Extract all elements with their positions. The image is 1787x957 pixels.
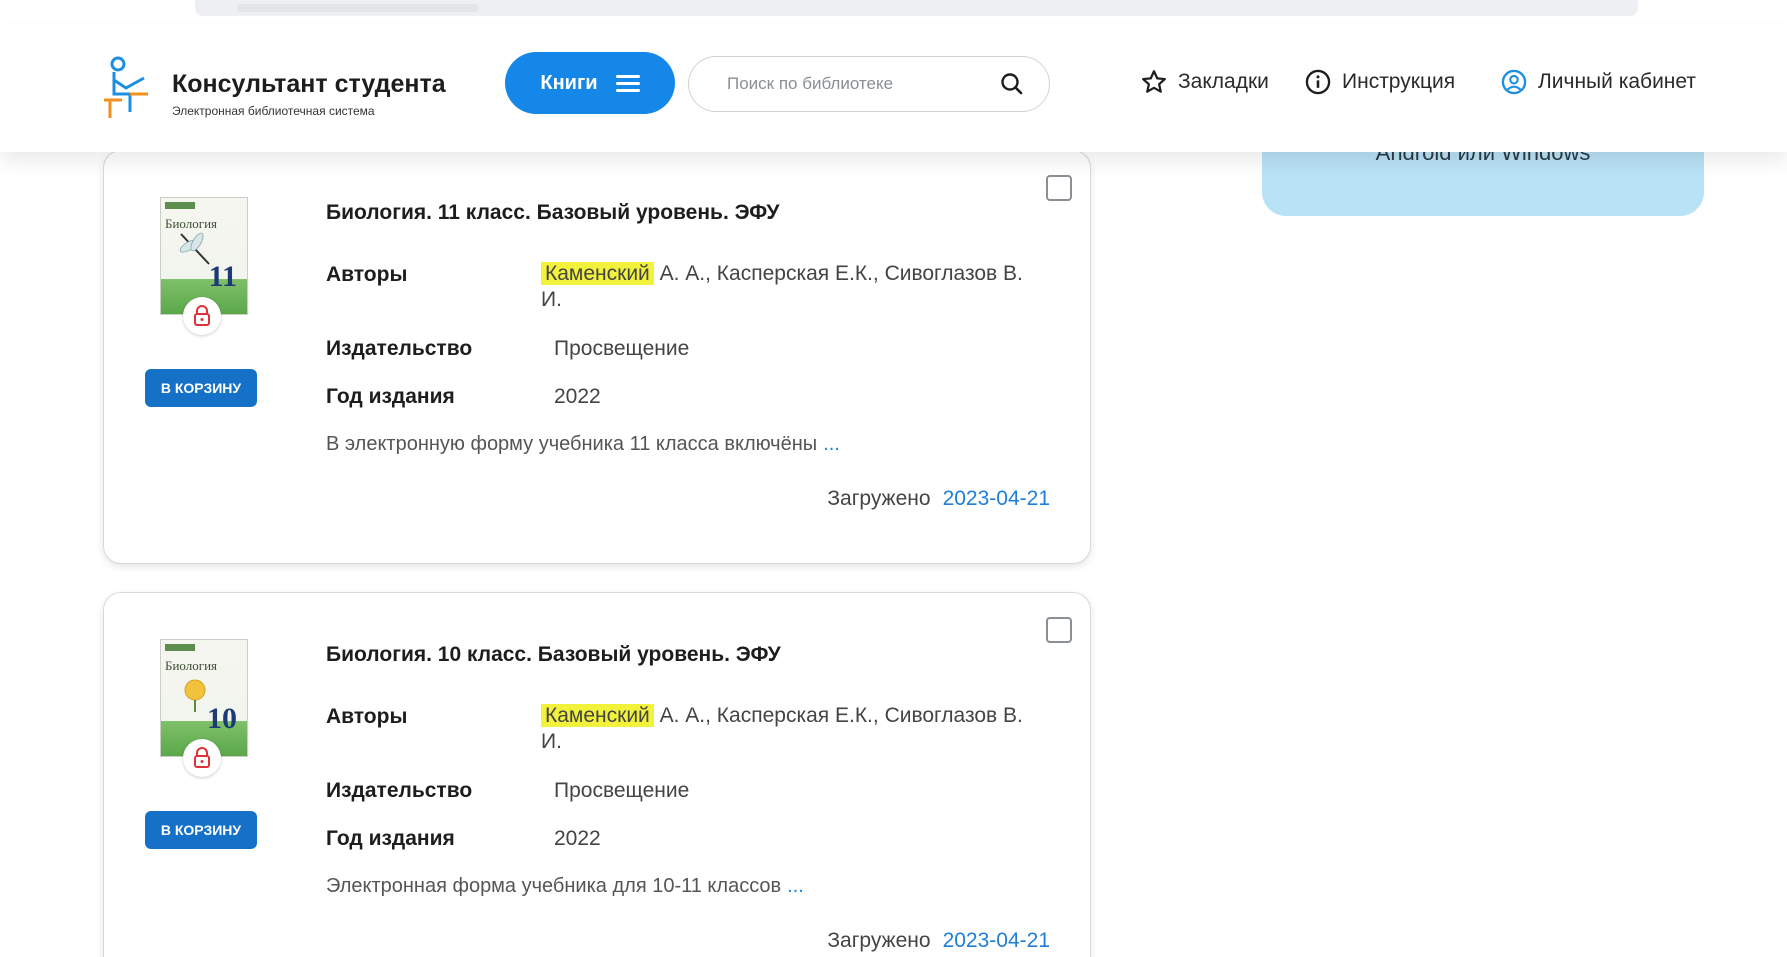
- info-icon: [1305, 69, 1331, 95]
- book-card: Биология 10 В КОРЗИНУ Биология. 10 класс…: [103, 592, 1091, 957]
- publisher-value: Просвещение: [554, 779, 690, 802]
- description-more-link[interactable]: ...: [823, 433, 840, 455]
- uploaded-date: 2023-04-21: [942, 929, 1050, 952]
- authors-label: Авторы: [326, 705, 408, 728]
- book-description-text: Электронная форма учебника для 10-11 кла…: [326, 875, 782, 897]
- uploaded-label: Загружено: [827, 929, 931, 952]
- previous-section-bar: [237, 4, 479, 12]
- description-more-link[interactable]: ...: [787, 875, 804, 897]
- add-to-cart-button[interactable]: В КОРЗИНУ: [145, 369, 257, 407]
- book-card: Биология 11 В КОРЗИНУ Биология. 11 класс…: [103, 150, 1091, 564]
- authors-label: Авторы: [326, 263, 408, 286]
- author-search-highlight: Каменский: [541, 262, 654, 285]
- publisher-value: Просвещение: [554, 337, 690, 360]
- library-search-input[interactable]: [727, 71, 977, 97]
- add-to-cart-button[interactable]: В КОРЗИНУ: [145, 811, 257, 849]
- uploaded-date: 2023-04-21: [942, 487, 1050, 510]
- year-value: 2022: [554, 385, 601, 408]
- year-label: Год издания: [326, 827, 455, 850]
- nav-account[interactable]: Личный кабинет: [1500, 68, 1696, 96]
- previous-section-edge: [195, 0, 1638, 16]
- cover-publisher-band: [165, 202, 195, 209]
- logo-title: Консультант студента: [172, 70, 446, 98]
- nav-instructions[interactable]: Инструкция: [1304, 68, 1455, 96]
- site-header: Консультант студента Электронная библиот…: [0, 24, 1787, 152]
- search-icon[interactable]: [999, 71, 1025, 97]
- year-label: Год издания: [326, 385, 455, 408]
- nav-account-label: Личный кабинет: [1538, 70, 1696, 93]
- books-menu-label: Книги: [540, 71, 598, 94]
- user-circle-icon: [1501, 69, 1527, 95]
- authors-value: Каменский А. А., Касперская Е.К., Сивогл…: [541, 703, 1041, 755]
- student-at-desk-icon: [104, 56, 148, 118]
- books-menu-button[interactable]: Книги: [505, 52, 675, 114]
- locked-badge: [183, 297, 221, 335]
- nav-bookmarks[interactable]: Закладки: [1140, 68, 1269, 96]
- uploaded-label: Загружено: [827, 487, 931, 510]
- cover-grade-number: 11: [208, 260, 237, 293]
- book-select-checkbox[interactable]: [1046, 175, 1072, 201]
- publisher-label: Издательство: [326, 779, 473, 802]
- book-title[interactable]: Биология. 10 класс. Базовый уровень. ЭФУ: [326, 643, 781, 667]
- book-select-checkbox[interactable]: [1046, 617, 1072, 643]
- authors-value: Каменский А. А., Касперская Е.К., Сивогл…: [541, 261, 1041, 313]
- book-description-text: В электронную форму учебника 11 класса в…: [326, 433, 818, 455]
- nav-bookmarks-label: Закладки: [1178, 70, 1269, 93]
- logo-subtitle: Электронная библиотечная система: [172, 104, 375, 118]
- cover-grade-number: 10: [207, 702, 237, 735]
- nav-instructions-label: Инструкция: [1342, 70, 1456, 93]
- locked-badge: [183, 739, 221, 777]
- library-search: [688, 56, 1050, 112]
- lock-icon: [194, 747, 210, 768]
- book-title[interactable]: Биология. 11 класс. Базовый уровень. ЭФУ: [326, 201, 779, 225]
- publisher-label: Издательство: [326, 337, 473, 360]
- site-logo[interactable]: Консультант студента Электронная библиот…: [100, 56, 500, 124]
- hamburger-menu-icon: [615, 71, 640, 96]
- cover-publisher-band: [165, 644, 195, 651]
- upload-info: Загружено 2023-04-21: [827, 929, 1050, 953]
- lock-icon: [194, 305, 210, 326]
- star-icon: [1142, 70, 1166, 93]
- upload-info: Загружено 2023-04-21: [827, 487, 1050, 511]
- book-description: В электронную форму учебника 11 класса в…: [326, 433, 840, 456]
- author-search-highlight: Каменский: [541, 704, 654, 727]
- book-description: Электронная форма учебника для 10-11 кла…: [326, 875, 804, 898]
- year-value: 2022: [554, 827, 601, 850]
